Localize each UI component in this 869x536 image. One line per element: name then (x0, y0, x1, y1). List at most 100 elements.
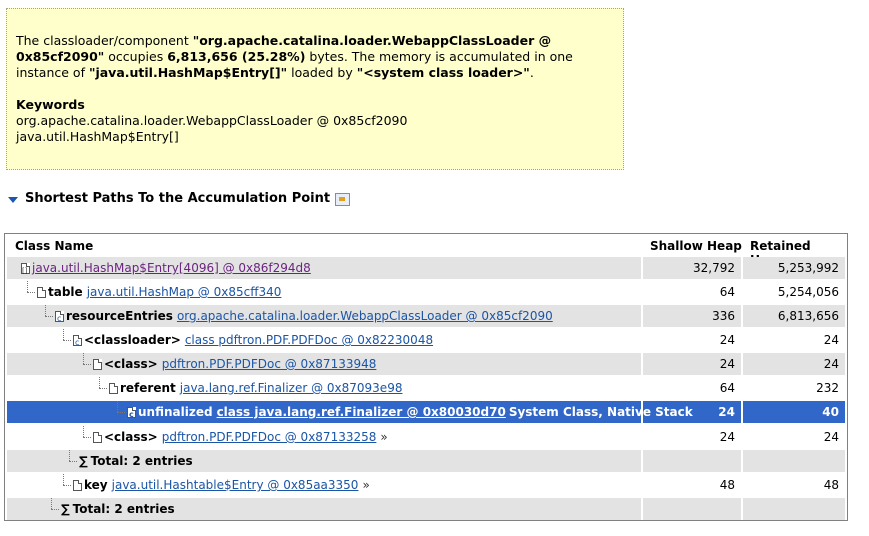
shallow-heap-cell: 336 (712, 309, 735, 323)
object-link[interactable]: org.apache.catalina.loader.WebappClassLo… (177, 305, 553, 327)
shallow-heap-cell: 24 (718, 405, 735, 419)
class-name-cell: java.util.HashMap$Entry[4096] @ 0x86f294… (7, 257, 641, 282)
object-link[interactable]: pdftron.PDF.PDFDoc @ 0x87133258 (162, 426, 377, 448)
section-title: Shortest Paths To the Accumulation Point (25, 191, 331, 206)
field-name: key (84, 478, 108, 492)
column-divider (741, 377, 743, 399)
retained-heap-cell: 48 (823, 478, 839, 492)
class-name-cell: <class> pdftron.PDF.PDFDoc @ 0x87133258» (7, 426, 641, 448)
desc-text: . (529, 65, 534, 80)
column-divider (641, 305, 643, 327)
shallow-heap-cell: 48 (719, 478, 735, 492)
retained-heap-cell: 40 (822, 405, 839, 419)
column-divider (741, 474, 743, 496)
column-divider (641, 329, 643, 351)
table-row[interactable]: table java.util.HashMap @ 0x85cff340 64 5,2… (7, 281, 845, 303)
table-row[interactable]: <class> pdftron.PDF.PDFDoc @ 0x87133948 24… (7, 353, 845, 375)
retained-heap-cell: 24 (823, 333, 839, 347)
column-divider (641, 281, 643, 303)
shallow-heap-cell: 64 (719, 285, 735, 299)
field-name: table (48, 285, 83, 299)
col-shallow-heap[interactable]: Shallow Heap (650, 239, 742, 253)
table-row[interactable]: <classloader> class pdftron.PDF.PDFDoc @ … (7, 329, 845, 354)
class-name-cell: referent java.lang.ref.Finalizer @ 0x8709… (7, 377, 641, 399)
field-name: <classloader> (84, 333, 181, 347)
shallow-heap-cell (643, 498, 735, 520)
shallow-heap-cell: 24 (719, 357, 735, 371)
sum-icon: ∑ (79, 454, 88, 468)
column-divider (641, 257, 643, 279)
column-divider (741, 281, 743, 303)
more-marker: » (362, 478, 370, 492)
shallow-heap-cell: 64 (719, 381, 735, 395)
table-row[interactable]: referent java.lang.ref.Finalizer @ 0x8709… (7, 377, 845, 399)
shallow-heap-cell: 24 (719, 430, 735, 444)
total-label: Total: 2 entries (90, 454, 193, 468)
field-name: <class> (104, 357, 158, 371)
field-name: unfinalized (138, 405, 213, 419)
problem-description-box: The classloader/component "org.apache.ca… (6, 8, 624, 170)
section-header[interactable]: Shortest Paths To the Accumulation Point (8, 191, 351, 206)
table-total-row[interactable]: ∑ Total: 2 entries (7, 450, 845, 472)
object-icon (37, 286, 46, 298)
field-name: resourceEntries (66, 309, 173, 323)
paths-table: Class Name Shallow Heap Retained Heap ja… (4, 233, 848, 521)
table-header: Class Name Shallow Heap Retained Heap (5, 234, 847, 267)
column-divider (641, 474, 643, 496)
retained-heap-cell: 5,253,992 (777, 261, 839, 275)
total-label: Total: 2 entries (72, 502, 175, 516)
retained-heap-cell (745, 498, 839, 520)
sum-icon: ∑ (61, 502, 70, 516)
class-name-cell: <classloader> class pdftron.PDF.PDFDoc @ … (7, 329, 641, 354)
array-object-icon (21, 260, 30, 282)
table-row[interactable]: <class> pdftron.PDF.PDFDoc @ 0x87133258» 2… (7, 426, 845, 448)
retained-heap-cell: 232 (816, 381, 839, 395)
table-row[interactable]: key java.util.Hashtable$Entry @ 0x85aa335… (7, 474, 845, 496)
column-divider (641, 426, 643, 448)
column-divider (741, 401, 743, 423)
table-total-row[interactable]: ∑ Total: 2 entries (7, 498, 845, 520)
column-divider (741, 498, 743, 520)
class-name-cell: resourceEntries org.apache.catalina.loade… (7, 305, 641, 330)
open-query-icon[interactable] (335, 193, 351, 206)
object-link[interactable]: class pdftron.PDF.PDFDoc @ 0x82230048 (185, 329, 433, 351)
description-text: The classloader/component "org.apache.ca… (16, 33, 614, 81)
object-link[interactable]: pdftron.PDF.PDFDoc @ 0x87133948 (162, 353, 377, 375)
object-link[interactable]: java.util.HashMap @ 0x85cff340 (87, 281, 282, 303)
shallow-heap-cell: 32,792 (693, 261, 735, 275)
more-marker: » (380, 430, 388, 444)
class-name-cell: ∑ Total: 2 entries (7, 498, 641, 520)
class-name-cell: table java.util.HashMap @ 0x85cff340 (7, 281, 641, 303)
desc-class: "java.util.HashMap$Entry[]" (88, 65, 288, 80)
column-divider (741, 257, 743, 279)
object-icon (93, 431, 102, 443)
col-class-name[interactable]: Class Name (15, 239, 93, 253)
collapse-triangle-icon[interactable] (8, 196, 18, 203)
keyword-item: java.util.HashMap$Entry[] (16, 129, 179, 144)
desc-size: 6,813,656 (25.28%) (167, 49, 306, 64)
class-name-cell: <class> pdftron.PDF.PDFDoc @ 0x87133948 (7, 353, 641, 375)
keyword-item: org.apache.catalina.loader.WebappClassLo… (16, 113, 408, 128)
field-name: referent (120, 381, 176, 395)
class-object-icon (73, 332, 82, 354)
object-link[interactable]: class java.lang.ref.Finalizer @ 0x80030d… (217, 401, 506, 423)
table-row[interactable]: unfinalized class java.lang.ref.Finalizer… (7, 401, 845, 426)
object-link[interactable]: java.util.Hashtable$Entry @ 0x85aa3350 (112, 474, 359, 496)
object-icon (93, 358, 102, 370)
desc-text: occupies (104, 49, 168, 64)
class-object-icon (127, 404, 136, 426)
column-divider (741, 353, 743, 375)
column-divider (641, 353, 643, 375)
retained-heap-cell: 24 (823, 357, 839, 371)
object-link[interactable]: java.util.HashMap$Entry[4096] @ 0x86f294… (32, 257, 311, 279)
table-row[interactable]: java.util.HashMap$Entry[4096] @ 0x86f294… (7, 257, 845, 282)
object-icon (73, 479, 82, 491)
table-row[interactable]: resourceEntries org.apache.catalina.loade… (7, 305, 845, 330)
column-divider (641, 498, 643, 520)
class-name-cell: key java.util.Hashtable$Entry @ 0x85aa335… (7, 474, 641, 496)
column-divider (741, 305, 743, 327)
retained-heap-cell: 5,254,056 (777, 285, 839, 299)
column-divider (641, 377, 643, 399)
column-divider (641, 450, 643, 472)
object-link[interactable]: java.lang.ref.Finalizer @ 0x87093e98 (180, 377, 403, 399)
